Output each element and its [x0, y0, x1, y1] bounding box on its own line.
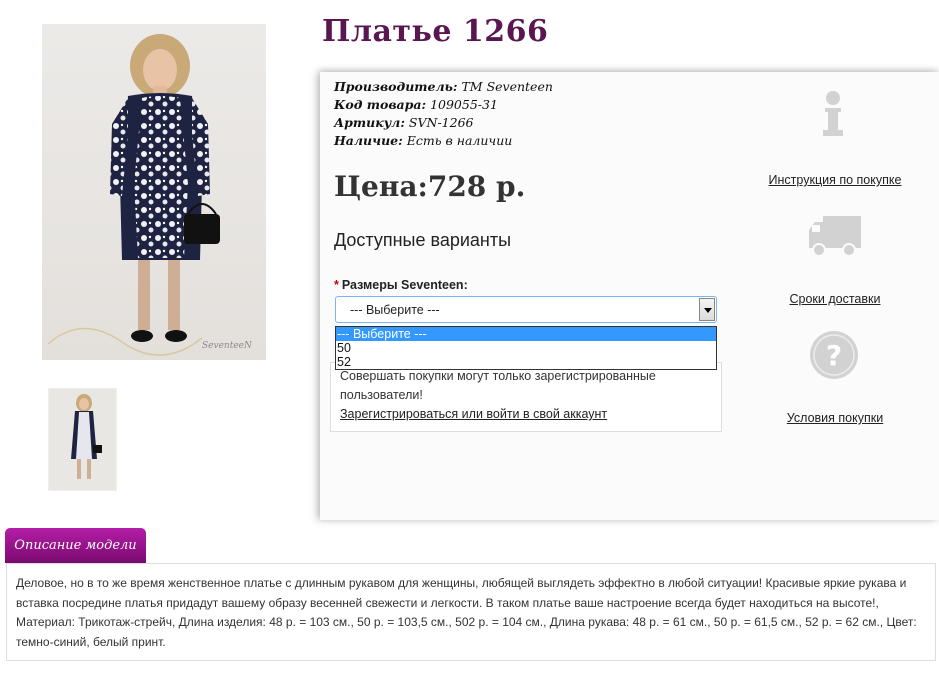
product-thumbnail[interactable] [48, 388, 117, 491]
manufacturer-label: Производитель: [334, 79, 458, 94]
size-select[interactable]: --- Выберите --- [335, 296, 717, 323]
size-select-value: --- Выберите --- [350, 303, 440, 317]
required-mark: * [334, 278, 339, 292]
purchase-conditions-link[interactable]: Условия покупки [765, 411, 905, 425]
thumbnail-illustration [71, 394, 102, 479]
product-code-value: 109055-31 [430, 97, 498, 112]
size-label: * Размеры Seventeen: [334, 278, 468, 292]
model-description: Деловое, но в то же время женственное пл… [6, 563, 936, 661]
manufacturer-value: ТМ Seventeen [461, 79, 553, 94]
register-login-link[interactable]: Зарегистрироваться или войти в свой акка… [340, 405, 712, 424]
variants-heading: Доступные варианты [334, 230, 512, 250]
login-notice: Совершать покупки могут только зарегистр… [330, 362, 722, 432]
product-price: Цена:728 р. [334, 170, 525, 203]
size-option[interactable]: 52 [336, 355, 716, 369]
article-label: Артикул: [334, 115, 405, 130]
product-panel: Производитель: ТМ Seventeen Код товара: … [320, 72, 939, 520]
manufacturer-row: Производитель: ТМ Seventeen [334, 78, 553, 96]
dropdown-arrow-icon[interactable] [699, 298, 715, 321]
product-title: Платье 1266 [322, 14, 549, 49]
size-dropdown-list[interactable]: --- Выберите --- 50 52 [335, 326, 717, 370]
product-code-row: Код товара: 109055-31 [334, 96, 553, 114]
photo-watermark: SeventeeN [202, 341, 253, 351]
size-option[interactable]: --- Выберите --- [336, 327, 716, 341]
article-value: SVN-1266 [408, 115, 474, 130]
availability-value: Есть в наличии [406, 133, 513, 148]
availability-label: Наличие: [334, 133, 403, 148]
info-icon [817, 90, 849, 143]
article-row: Артикул: SVN-1266 [334, 114, 553, 132]
tab-model-description[interactable]: Описание модели [5, 528, 146, 563]
availability-row: Наличие: Есть в наличии [334, 132, 553, 150]
product-main-photo[interactable]: SeventeeN [42, 24, 266, 360]
login-notice-text: Совершать покупки могут только зарегистр… [340, 369, 656, 402]
delivery-truck-icon [807, 214, 863, 263]
product-code-label: Код товара: [334, 97, 427, 112]
purchase-instructions-text[interactable]: Инструкция по покупке [769, 173, 902, 187]
question-icon: ? [809, 330, 859, 385]
price-value: 728 р. [427, 170, 526, 203]
delivery-terms-link[interactable]: Сроки доставки [765, 292, 905, 306]
product-info: Производитель: ТМ Seventeen Код товара: … [334, 78, 553, 150]
size-option[interactable]: 50 [336, 341, 716, 355]
product-photo-illustration: SeventeeN [47, 34, 253, 356]
delivery-terms-text[interactable]: Сроки доставки [790, 292, 881, 306]
purchase-instructions-link[interactable]: Инструкция по покупке [765, 173, 905, 187]
svg-text:?: ? [826, 339, 842, 372]
price-label: Цена: [334, 170, 428, 203]
size-label-text: Размеры Seventeen: [341, 278, 468, 292]
purchase-conditions-text[interactable]: Условия покупки [787, 411, 883, 425]
